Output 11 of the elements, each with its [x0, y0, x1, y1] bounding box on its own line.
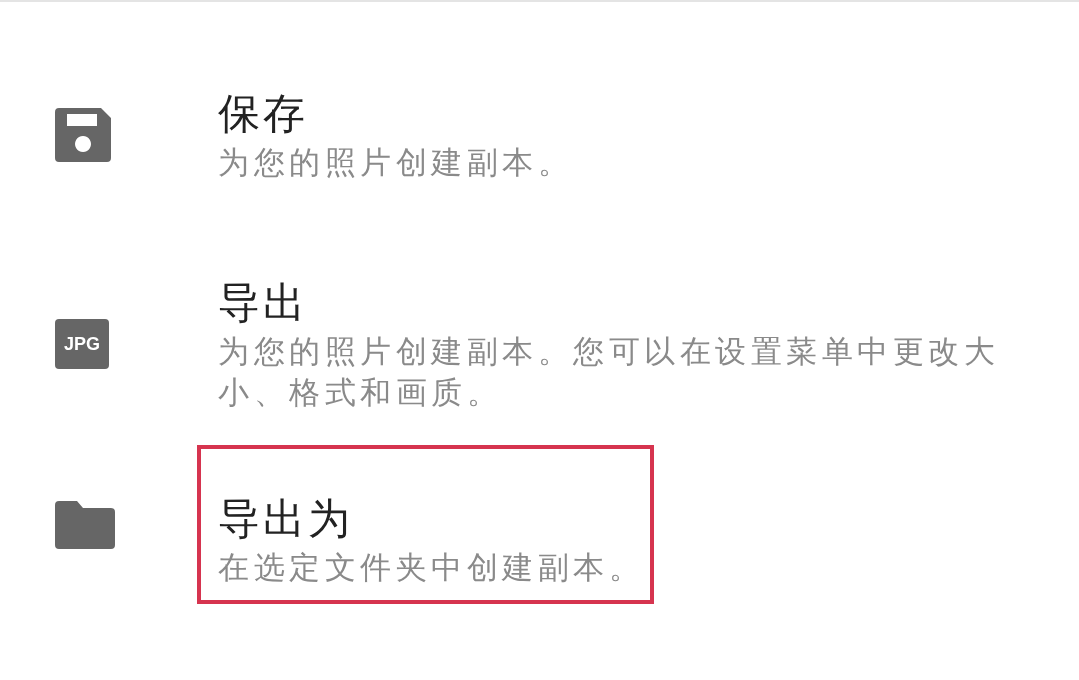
- menu-item[interactable]: 保存 为您的照片创建副本。: [55, 86, 1079, 183]
- item-title: 导出为: [218, 493, 354, 545]
- item-description: 为您的照片创建副本。: [218, 143, 574, 182]
- folder-icon: [55, 500, 115, 549]
- item-description: 在选定文件夹中创建副本。: [218, 548, 644, 587]
- item-title: 导出: [218, 277, 309, 329]
- jpg-file-icon: JPG: [55, 319, 109, 369]
- item-title: 保存: [218, 88, 309, 140]
- menu-item[interactable]: JPG 导出 为您的照片创建副本。您可以在设置菜单中更改大小、格式和画质。: [55, 275, 1079, 413]
- menu-item[interactable]: 导出为 在选定文件夹中创建副本。: [55, 445, 1079, 604]
- item-description: 为您的照片创建副本。您可以在设置菜单中更改大小、格式和画质。: [218, 332, 1000, 412]
